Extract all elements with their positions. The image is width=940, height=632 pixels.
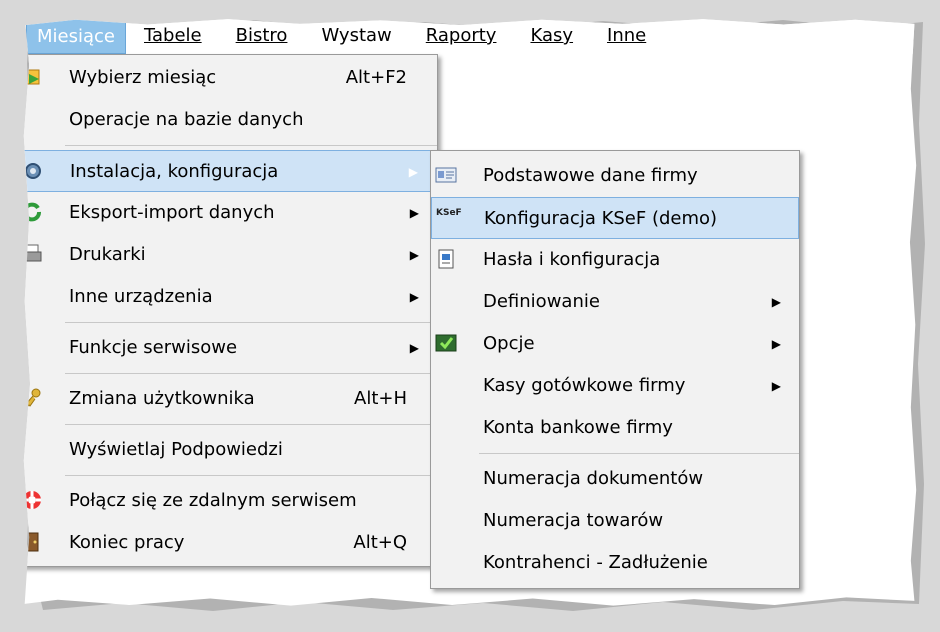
label: Wybierz miesiąc [69, 67, 217, 88]
label: Numeracja towarów [483, 510, 664, 531]
label: Połącz się ze zdalnym serwisem [69, 490, 357, 511]
submenu-item-konfiguracja-ksef[interactable]: KSeF Konfiguracja KSeF (demo) [431, 197, 799, 239]
label: Koniec pracy [69, 532, 185, 553]
separator [65, 373, 437, 374]
menu-wystaw-label: Wystaw [321, 25, 392, 46]
menu-item-koniec-pracy[interactable]: Koniec pracy Alt+Q [24, 522, 437, 564]
submenu-item-definiowanie[interactable]: Definiowanie ▶ [431, 281, 799, 323]
shortcut: Alt+Q [353, 532, 407, 553]
menu-item-inne-urzadzenia[interactable]: Inne urządzenia ▶ [24, 276, 437, 318]
menu-item-instalacja-konfiguracja[interactable]: Instalacja, konfiguracja ▶ [23, 150, 437, 192]
shortcut: Alt+F2 [345, 67, 407, 88]
instalacja-submenu: Podstawowe dane firmy KSeF Konfiguracja … [430, 150, 800, 589]
menu-wystaw[interactable]: Wystaw [311, 19, 401, 54]
menu-item-funkcje-serwisowe[interactable]: Funkcje serwisowe ▶ [24, 327, 437, 369]
menu-item-wyswietlaj-podpowiedzi[interactable]: Wyświetlaj Podpowiedzi [24, 429, 437, 471]
label: Instalacja, konfiguracja [70, 161, 279, 182]
app-window: Miesiące Tabele Bistro Wystaw Raporty Ka… [23, 19, 917, 606]
separator [479, 453, 799, 454]
submenu-item-kontrahenci-zadluzenie[interactable]: Kontrahenci - Zadłużenie [431, 542, 799, 584]
checkbox-options-icon [435, 334, 457, 352]
label: Eksport-import danych [69, 202, 275, 223]
menu-item-zmiana-uzytkownika[interactable]: Zmiana użytkownika Alt+H [24, 378, 437, 420]
separator [65, 322, 437, 323]
menu-item-drukarki[interactable]: Drukarki ▶ [23, 234, 437, 276]
label: Funkcje serwisowe [69, 337, 238, 358]
company-card-icon [435, 167, 457, 183]
submenu-item-hasla-konfiguracja[interactable]: Hasła i konfiguracja [431, 239, 799, 281]
submenu-arrow-icon: ▶ [409, 206, 419, 220]
shortcut: Alt+H [354, 388, 407, 409]
label: Definiowanie [483, 291, 600, 312]
menu-bistro-label: Bistro [235, 25, 288, 46]
separator [65, 145, 437, 146]
label: Podstawowe dane firmy [483, 165, 698, 186]
label: Kontrahenci - Zadłużenie [483, 552, 708, 573]
submenu-item-numeracja-dokumentow[interactable]: Numeracja dokumentów [431, 458, 799, 500]
separator [65, 424, 437, 425]
password-id-icon [438, 249, 454, 269]
menu-raporty-label: Raporty [425, 25, 497, 46]
miesiace-dropdown: Wybierz miesiąc Alt+F2 Operacje na bazie… [23, 54, 438, 567]
submenu-arrow-icon: ▶ [408, 165, 418, 179]
menu-inne-label: Inne [607, 25, 647, 46]
ksef-logo-icon: KSeF [436, 208, 462, 218]
submenu-arrow-icon: ▶ [771, 295, 781, 309]
submenu-item-numeracja-towarow[interactable]: Numeracja towarów [431, 500, 799, 542]
label: Inne urządzenia [69, 286, 213, 307]
menu-item-operacje-bazie[interactable]: Operacje na bazie danych [24, 99, 437, 141]
submenu-arrow-icon: ▶ [409, 290, 419, 304]
label: Konfiguracja KSeF (demo) [484, 208, 718, 229]
submenu-arrow-icon: ▶ [409, 341, 419, 355]
label: Drukarki [69, 244, 146, 265]
label: Hasła i konfiguracja [483, 249, 661, 270]
menu-item-polacz-zdalnym-serwisem[interactable]: Połącz się ze zdalnym serwisem [23, 480, 437, 522]
label: Wyświetlaj Podpowiedzi [69, 439, 283, 460]
submenu-item-konta-bankowe[interactable]: Konta bankowe firmy [431, 407, 799, 449]
label: Numeracja dokumentów [483, 468, 704, 489]
submenu-item-kasy-gotowkowe[interactable]: Kasy gotówkowe firmy ▶ [431, 365, 799, 407]
separator [65, 475, 437, 476]
label: Opcje [483, 333, 535, 354]
menu-kasy[interactable]: Kasy [520, 19, 583, 54]
submenu-item-opcje[interactable]: Opcje ▶ [431, 323, 799, 365]
menu-item-wybierz-miesiac[interactable]: Wybierz miesiąc Alt+F2 [23, 57, 437, 99]
submenu-arrow-icon: ▶ [409, 248, 419, 262]
submenu-item-podstawowe-dane-firmy[interactable]: Podstawowe dane firmy [431, 155, 799, 197]
submenu-arrow-icon: ▶ [771, 379, 781, 393]
label: Operacje na bazie danych [69, 109, 304, 130]
menu-tabele-label: Tabele [144, 25, 202, 46]
submenu-arrow-icon: ▶ [771, 337, 781, 351]
label: Zmiana użytkownika [69, 388, 255, 409]
menu-bistro[interactable]: Bistro [226, 19, 298, 54]
label: Konta bankowe firmy [483, 417, 673, 438]
menu-kasy-label: Kasy [530, 25, 574, 46]
label: Kasy gotówkowe firmy [483, 375, 686, 396]
menu-item-eksport-import[interactable]: Eksport-import danych ▶ [23, 192, 437, 234]
